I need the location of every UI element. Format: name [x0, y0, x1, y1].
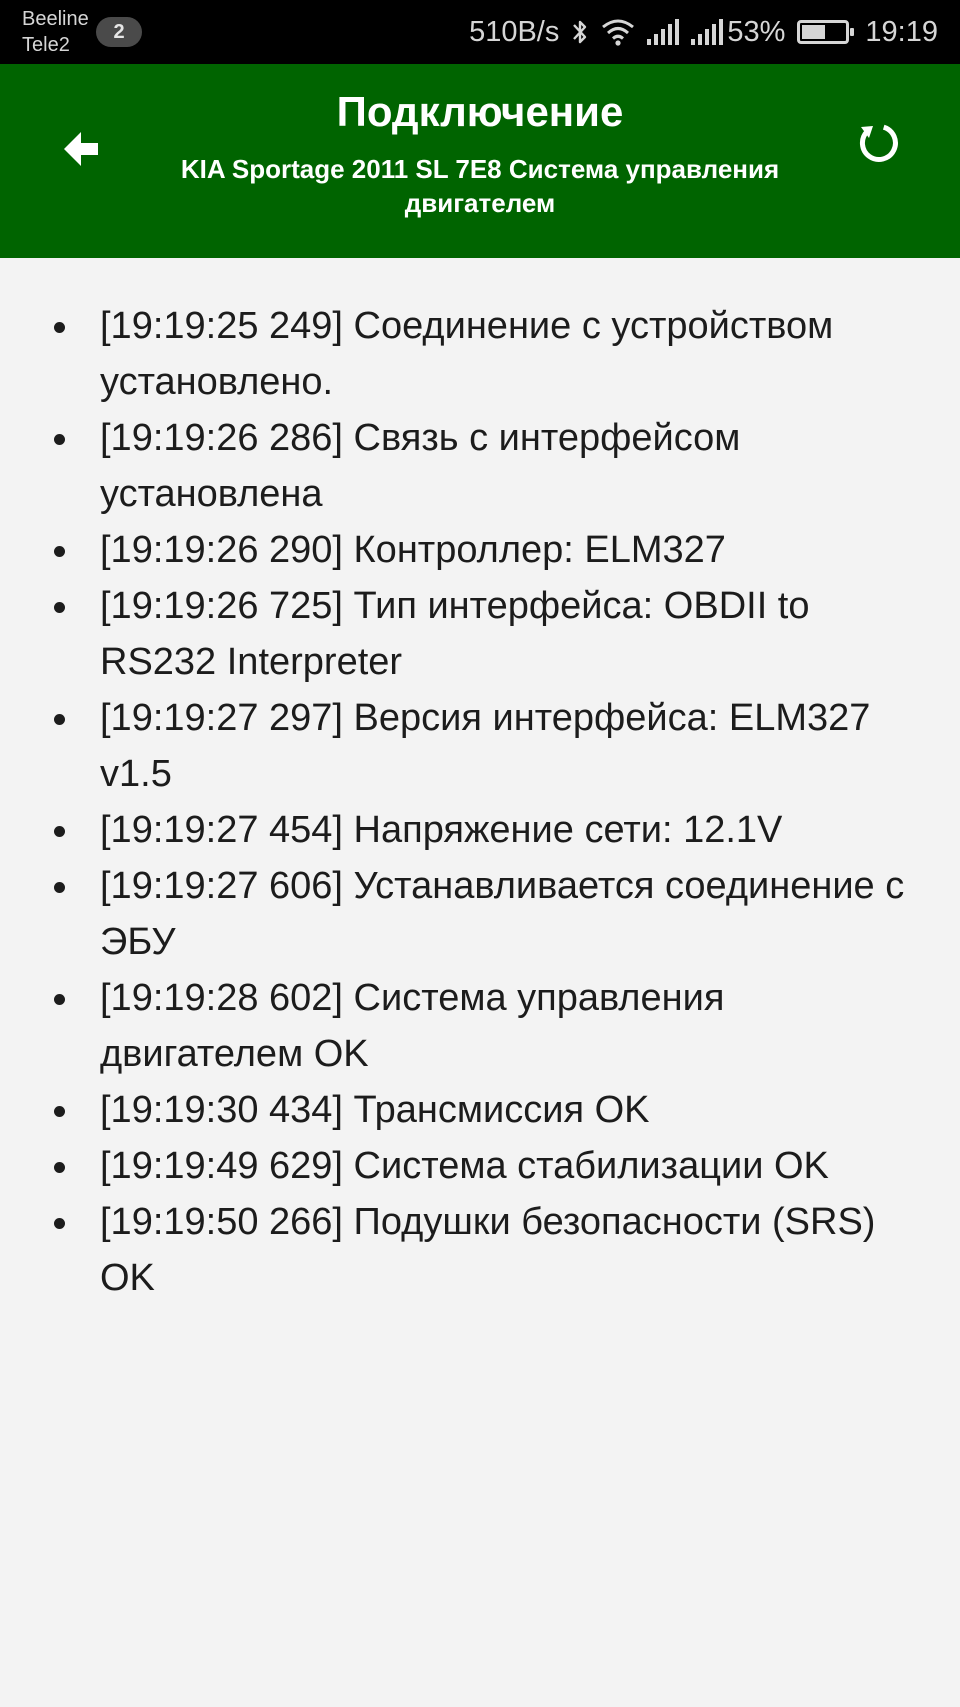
bluetooth-icon [571, 17, 589, 47]
status-indicators: 510B/s 53% 19:19 [469, 0, 938, 64]
connection-log: [19:19:25 249] Соединение с устройством … [0, 298, 960, 1306]
back-button[interactable] [46, 114, 116, 184]
carrier-names: Beeline Tele2 [22, 6, 89, 58]
log-entry: [19:19:30 434] Трансмиссия OK [0, 1082, 960, 1138]
log-entry: [19:19:49 629] Система стабилизации OK [0, 1138, 960, 1194]
signal-icon [647, 19, 680, 45]
signal-icon: 53% [691, 16, 785, 49]
battery-percent: 53% [727, 15, 786, 48]
log-entry: [19:19:26 286] Связь с интерфейсом устан… [0, 410, 960, 522]
log-entry: [19:19:27 606] Устанавливается соединени… [0, 858, 960, 970]
battery-icon [797, 20, 855, 44]
log-entry: [19:19:25 249] Соединение с устройством … [0, 298, 960, 410]
log-entry: [19:19:50 266] Подушки безопасности (SRS… [0, 1194, 960, 1306]
battery-level [802, 25, 825, 39]
app-bar: Подключение KIA Sportage 2011 SL 7E8 Сис… [0, 64, 960, 258]
clock: 19:19 [865, 15, 938, 48]
carrier-2: Tele2 [22, 34, 70, 56]
refresh-button[interactable] [844, 108, 914, 178]
net-speed: 510B/s [469, 15, 560, 48]
log-entry: [19:19:26 725] Тип интерфейса: OBDII to … [0, 578, 960, 690]
page-subtitle: KIA Sportage 2011 SL 7E8 Система управле… [180, 154, 780, 218]
log-entry: [19:19:28 602] Система управления двигат… [0, 970, 960, 1082]
refresh-icon [859, 124, 898, 162]
status-bar: Beeline Tele2 2 510B/s 53% 19:19 [0, 0, 960, 64]
log-entry: [19:19:26 290] Контроллер: ELM327 [0, 522, 960, 578]
notification-count-badge: 2 [96, 17, 142, 47]
wifi-icon [601, 18, 635, 46]
page-title: Подключение [336, 88, 624, 135]
carrier-1: Beeline [22, 8, 89, 30]
log-entry: [19:19:27 297] Версия интерфейса: ELM327… [0, 690, 960, 802]
title-block: Подключение KIA Sportage 2011 SL 7E8 Сис… [150, 86, 810, 220]
arrow-left-icon [64, 132, 98, 166]
log-entry: [19:19:27 454] Напряжение сети: 12.1V [0, 802, 960, 858]
